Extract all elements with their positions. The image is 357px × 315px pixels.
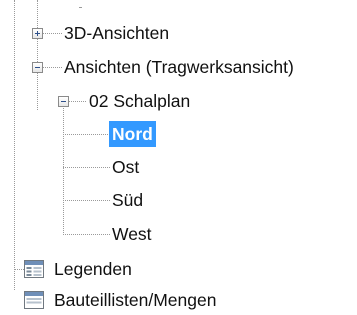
tree-node-structural-views[interactable]: Ansichten (Tragwerksansicht)	[0, 52, 357, 82]
tree-node-label[interactable]: Legenden	[51, 256, 135, 282]
tree-node-schedules[interactable]: Bauteillisten/Mengen	[0, 285, 357, 315]
tree-node-label[interactable]: Ost	[109, 154, 142, 180]
tree-node-label[interactable]: West	[109, 221, 155, 247]
collapse-minus-icon[interactable]	[32, 62, 43, 73]
tree-node-label[interactable]: Bauteillisten/Mengen	[51, 287, 219, 313]
expand-plus-icon[interactable]	[32, 28, 43, 39]
tree-node-nord[interactable]: Nord	[0, 119, 357, 149]
tree-node-schalplan[interactable]: 02 Schalplan	[0, 86, 357, 116]
tree-line-fragment	[79, 7, 82, 8]
tree-node-label[interactable]: Ansichten (Tragwerksansicht)	[61, 54, 297, 80]
tree-node-legends[interactable]: Legenden	[0, 254, 357, 284]
tree-node-ost[interactable]: Ost	[0, 152, 357, 182]
tree-node-label[interactable]: 02 Schalplan	[86, 88, 193, 114]
project-browser-tree: 3D-Ansichten Ansichten (Tragwerksansicht…	[0, 0, 357, 310]
tree-node-label[interactable]: Süd	[109, 187, 146, 213]
tree-node-west[interactable]: West	[0, 219, 357, 249]
collapse-minus-icon[interactable]	[58, 96, 69, 107]
tree-node-3d-views[interactable]: 3D-Ansichten	[0, 18, 357, 48]
table-icon	[24, 291, 44, 309]
tree-node-label[interactable]: 3D-Ansichten	[61, 20, 172, 46]
tree-node-label-selected[interactable]: Nord	[109, 121, 156, 147]
table-icon	[24, 260, 44, 278]
tree-node-sued[interactable]: Süd	[0, 185, 357, 215]
